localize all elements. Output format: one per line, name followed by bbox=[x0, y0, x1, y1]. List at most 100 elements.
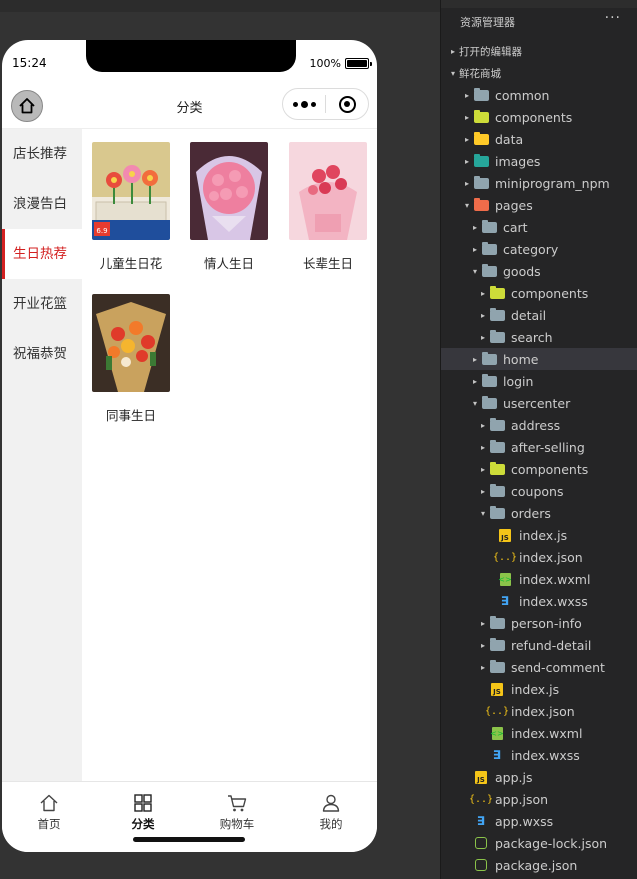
chevron-right-icon: ▸ bbox=[464, 156, 469, 166]
battery-percent: 100% bbox=[309, 57, 341, 70]
tree-item[interactable]: ▸ login bbox=[441, 370, 637, 392]
more-actions-icon[interactable]: ··· bbox=[605, 10, 621, 26]
folder-icon bbox=[481, 219, 497, 234]
tree-item[interactable]: ▾ orders bbox=[441, 502, 637, 524]
tree-item-label: pages bbox=[495, 197, 533, 213]
tree-item[interactable]: ▸ images bbox=[441, 150, 637, 172]
tree-item-label: usercenter bbox=[503, 395, 571, 411]
tree-item[interactable]: <> index.wxml bbox=[441, 568, 637, 590]
tree-item[interactable]: ▸ detail bbox=[441, 304, 637, 326]
tree-item[interactable]: ▸ components bbox=[441, 282, 637, 304]
tree-item[interactable]: package-lock.json bbox=[441, 832, 637, 854]
tree-item[interactable]: ∃ app.wxss bbox=[441, 810, 637, 832]
product-card[interactable]: 长辈生日 bbox=[289, 142, 367, 272]
product-grid: 6.9 儿童生日花 情人生日 长辈生日 同事生日 bbox=[82, 129, 377, 781]
tree-item[interactable]: {..} index.json bbox=[441, 700, 637, 722]
tree-item[interactable]: ▸ after-selling bbox=[441, 436, 637, 458]
sidebar-item-1[interactable]: 浪漫告白 bbox=[2, 179, 82, 229]
tree-item-label: components bbox=[495, 109, 573, 125]
product-name: 情人生日 bbox=[203, 256, 254, 271]
chevron-right-icon: ▸ bbox=[480, 464, 485, 474]
folder-icon bbox=[489, 439, 505, 454]
tree-item-label: components bbox=[511, 461, 589, 477]
tab-cart[interactable]: 购物车 bbox=[190, 792, 284, 832]
chevron-right-icon: ▸ bbox=[472, 244, 477, 254]
tree-item[interactable]: ▸ send-comment bbox=[441, 656, 637, 678]
tree-item-label: send-comment bbox=[511, 659, 605, 675]
folder-icon bbox=[481, 263, 497, 278]
tree-item-label: app.js bbox=[495, 769, 533, 785]
tree-item[interactable]: ▸ refund-detail bbox=[441, 634, 637, 656]
tree-item[interactable]: ▾ goods bbox=[441, 260, 637, 282]
tab-mine[interactable]: 我的 bbox=[284, 792, 377, 832]
chevron-right-icon: ▸ bbox=[480, 640, 485, 650]
simulator-toolbar bbox=[0, 0, 440, 12]
tree-item-label: address bbox=[511, 417, 561, 433]
json-file-icon: {..} bbox=[468, 793, 494, 805]
tree-item[interactable]: ▸ search bbox=[441, 326, 637, 348]
tree-item[interactable]: ▸ home bbox=[441, 348, 637, 370]
file-tree: ▸ 打开的编辑器 ▾ 鲜花商城 ▸ common ▸ components ▸ data ▸… bbox=[441, 40, 637, 876]
chevron-right-icon: ▸ bbox=[450, 46, 455, 56]
tree-item-label: index.json bbox=[519, 549, 583, 565]
tree-item[interactable]: JS index.js bbox=[441, 524, 637, 546]
tree-item[interactable]: ▸ data bbox=[441, 128, 637, 150]
home-indicator bbox=[133, 837, 245, 842]
tree-item[interactable]: <> index.wxml bbox=[441, 722, 637, 744]
folder-icon bbox=[473, 197, 489, 212]
js-file-icon: JS bbox=[473, 770, 489, 784]
folder-icon bbox=[481, 351, 497, 366]
cart-icon bbox=[228, 795, 247, 812]
tree-item[interactable]: ▸ common bbox=[441, 84, 637, 106]
chevron-down-icon: ▾ bbox=[464, 200, 469, 210]
status-time: 15:24 bbox=[12, 56, 47, 70]
battery-icon bbox=[345, 58, 372, 69]
tree-item[interactable]: ▸ miniprogram_npm bbox=[441, 172, 637, 194]
close-miniprogram-button[interactable] bbox=[326, 95, 368, 113]
sidebar-item-3[interactable]: 开业花篮 bbox=[2, 279, 82, 329]
chevron-right-icon: ▸ bbox=[480, 618, 485, 628]
tree-item[interactable]: JS index.js bbox=[441, 678, 637, 700]
tab-category[interactable]: 分类 bbox=[96, 792, 190, 832]
tree-item[interactable]: ▸ components bbox=[441, 458, 637, 480]
folder-icon bbox=[489, 637, 505, 652]
section-label: 打开的编辑器 bbox=[459, 45, 522, 58]
tree-item[interactable]: ▸ components bbox=[441, 106, 637, 128]
sidebar-item-0[interactable]: 店长推荐 bbox=[2, 129, 82, 179]
tree-item[interactable]: ∃ index.wxss bbox=[441, 744, 637, 766]
tree-item-label: app.json bbox=[495, 791, 549, 807]
tree-item[interactable]: JS app.js bbox=[441, 766, 637, 788]
tree-item[interactable]: ▸ category bbox=[441, 238, 637, 260]
tree-item[interactable]: ▾ pages bbox=[441, 194, 637, 216]
tree-item[interactable]: ▸ address bbox=[441, 414, 637, 436]
product-card[interactable]: 同事生日 bbox=[92, 294, 170, 424]
tree-item[interactable]: {..} index.json bbox=[441, 546, 637, 568]
status-battery: 100% bbox=[309, 57, 372, 70]
tree-item[interactable]: ▾ usercenter bbox=[441, 392, 637, 414]
sidebar-item-4[interactable]: 祝福恭贺 bbox=[2, 329, 82, 379]
product-image bbox=[190, 142, 268, 240]
folder-icon bbox=[489, 615, 505, 630]
tree-item-label: index.js bbox=[519, 527, 568, 543]
tree-item[interactable]: ▸ cart bbox=[441, 216, 637, 238]
tree-item-label: category bbox=[503, 241, 559, 257]
more-dot-icon bbox=[310, 101, 316, 107]
open-editors-section[interactable]: ▸ 打开的编辑器 bbox=[441, 40, 637, 62]
user-icon bbox=[322, 794, 340, 812]
tab-label: 我的 bbox=[319, 817, 343, 831]
tree-item[interactable]: {..} app.json bbox=[441, 788, 637, 810]
product-card[interactable]: 情人生日 bbox=[190, 142, 268, 272]
product-card[interactable]: 6.9 儿童生日花 bbox=[92, 142, 170, 272]
chevron-right-icon: ▸ bbox=[472, 354, 477, 364]
tree-item-label: components bbox=[511, 285, 589, 301]
tree-item[interactable]: package.json bbox=[441, 854, 637, 876]
target-icon bbox=[338, 95, 356, 113]
tab-home[interactable]: 首页 bbox=[2, 792, 96, 832]
more-button[interactable] bbox=[283, 100, 325, 108]
tree-item[interactable]: ∃ index.wxss bbox=[441, 590, 637, 612]
tree-item[interactable]: ▸ person-info bbox=[441, 612, 637, 634]
tree-item[interactable]: ▸ coupons bbox=[441, 480, 637, 502]
folder-icon bbox=[489, 285, 505, 300]
sidebar-item-2[interactable]: 生日热荐 bbox=[2, 229, 82, 279]
project-section[interactable]: ▾ 鲜花商城 bbox=[441, 62, 637, 84]
